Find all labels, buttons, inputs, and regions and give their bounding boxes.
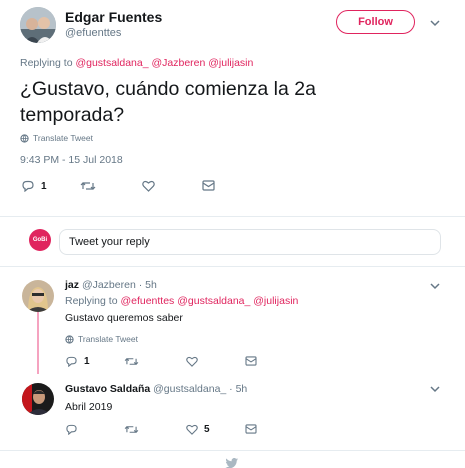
heart-icon: [186, 356, 198, 367]
reply-input-placeholder: Tweet your reply: [69, 236, 150, 248]
heart-icon: [142, 180, 155, 192]
author-name[interactable]: jaz: [65, 279, 79, 291]
heart-icon: [186, 424, 198, 435]
dm-icon: [245, 424, 257, 434]
reply-header: jaz @Jazberen · 5h: [65, 279, 157, 291]
reply-button[interactable]: 1: [65, 356, 90, 367]
reply-icon: [66, 424, 77, 435]
replying-to-handles[interactable]: @gustsaldana_ @Jazberen @julijasin: [75, 57, 253, 69]
author-handle[interactable]: @efuenttes: [65, 27, 121, 39]
dm-icon: [245, 356, 257, 366]
translate-tweet[interactable]: Translate Tweet: [20, 133, 93, 143]
author-handle[interactable]: @Jazberen · 5h: [82, 279, 157, 291]
reply-tweet: jaz @Jazberen · 5h Replying to @efuentte…: [0, 267, 465, 374]
retweet-button[interactable]: [124, 356, 139, 367]
tweet-text: Gustavo queremos saber: [65, 312, 183, 324]
globe-icon: [65, 334, 74, 344]
reply-input[interactable]: Tweet your reply: [59, 229, 441, 255]
avatar[interactable]: [22, 280, 54, 312]
avatar[interactable]: GoBi: [29, 229, 51, 251]
replying-to: Replying to @gustsaldana_ @Jazberen @jul…: [20, 57, 253, 69]
avatar[interactable]: [20, 7, 56, 43]
footer: [0, 450, 465, 468]
follow-button-label: Follow: [358, 16, 393, 28]
translate-tweet-label: Translate Tweet: [78, 334, 139, 344]
twitter-bird-icon: [225, 458, 239, 468]
like-button[interactable]: 5: [186, 424, 210, 435]
retweet-button[interactable]: [124, 424, 139, 435]
tweet-text: Abril 2019: [65, 401, 113, 413]
like-button[interactable]: [186, 356, 198, 367]
avatar-text: GoBi: [32, 237, 48, 243]
translate-tweet[interactable]: Translate Tweet: [65, 334, 138, 344]
reply-tweet: Gustavo Saldaña @gustsaldana_ · 5h Abril…: [0, 374, 465, 450]
like-button[interactable]: [142, 180, 155, 192]
chevron-down-icon[interactable]: [429, 383, 441, 395]
dm-icon: [202, 180, 215, 191]
reply-count: 1: [41, 180, 47, 192]
tweet-text: ¿Gustavo, cuándo comienza la 2a temporad…: [20, 78, 316, 126]
globe-icon: [20, 133, 29, 143]
avatar[interactable]: [22, 383, 54, 415]
retweet-icon: [124, 357, 139, 366]
replying-to-prefix: Replying to: [20, 57, 73, 69]
reply-composer: GoBi Tweet your reply: [0, 217, 465, 265]
reply-button[interactable]: 1: [21, 180, 47, 192]
author-name[interactable]: Gustavo Saldaña: [65, 383, 150, 395]
chevron-down-icon[interactable]: [429, 17, 441, 29]
replying-to-handles[interactable]: @efuenttes @gustsaldana_ @julijasin: [120, 295, 298, 307]
author-handle[interactable]: @gustsaldana_ · 5h: [153, 383, 247, 395]
like-count: 5: [204, 424, 210, 435]
reply-button[interactable]: [65, 424, 78, 435]
reply-header: Gustavo Saldaña @gustsaldana_ · 5h: [65, 383, 247, 395]
direct-message-button[interactable]: [245, 424, 257, 434]
replying-to-prefix: Replying to: [65, 295, 118, 307]
reply-count: 1: [84, 356, 90, 367]
retweet-icon: [124, 425, 139, 434]
replying-to: Replying to @efuenttes @gustsaldana_ @ju…: [65, 295, 298, 307]
retweet-icon: [80, 182, 96, 190]
direct-message-button[interactable]: [202, 180, 215, 191]
main-tweet: Edgar Fuentes @efuenttes Follow Replying…: [0, 0, 465, 205]
reply-icon: [66, 356, 77, 367]
retweet-button[interactable]: [80, 180, 96, 192]
reply-icon: [22, 180, 34, 192]
chevron-down-icon[interactable]: [429, 280, 441, 292]
thread-line: [37, 307, 39, 374]
author-name[interactable]: Edgar Fuentes: [65, 9, 162, 25]
timestamp[interactable]: 9:43 PM - 15 Jul 2018: [20, 154, 123, 166]
direct-message-button[interactable]: [245, 356, 257, 366]
translate-tweet-label: Translate Tweet: [33, 133, 94, 143]
follow-button[interactable]: Follow: [336, 10, 415, 34]
